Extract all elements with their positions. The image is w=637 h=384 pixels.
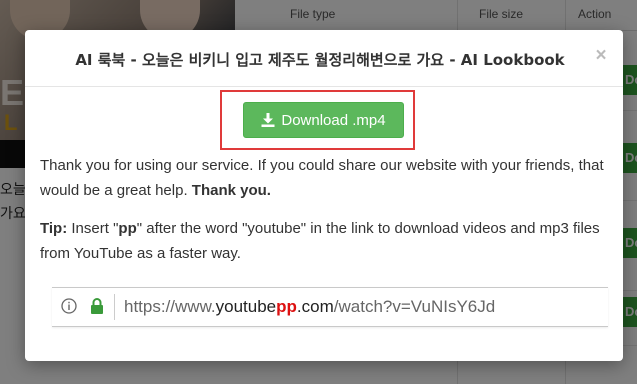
download-icon — [261, 113, 275, 127]
address-bar-divider — [114, 294, 115, 320]
url-domain: youtube — [215, 297, 277, 316]
tip-message: Tip: Insert "pp" after the word "youtube… — [40, 216, 608, 266]
tip-keyword: pp — [118, 220, 137, 237]
thanks-message: Thank you for using our service. If you … — [40, 153, 608, 203]
thanks-bold: Thank you. — [191, 182, 271, 199]
url-path: /watch?v=VuNIsY6Jd — [333, 297, 496, 316]
modal-header: AI 룩북 - 오늘은 비키니 입고 제주도 월정리해변으로 가요 - AI L… — [25, 30, 623, 87]
tip-text-before: Insert " — [71, 220, 119, 237]
url-insert: pp — [276, 297, 297, 316]
download-button-label: Download .mp4 — [281, 111, 386, 129]
close-button[interactable]: × — [593, 45, 609, 66]
thanks-text: Thank you for using our service. If you … — [40, 157, 604, 199]
example-address-bar: https://www.youtubepp.com/watch?v=VuNIsY… — [52, 287, 608, 327]
download-mp4-button[interactable]: Download .mp4 — [243, 102, 404, 138]
download-modal: AI 룩북 - 오늘은 비키니 입고 제주도 월정리해변으로 가요 - AI L… — [25, 30, 623, 361]
modal-title: AI 룩북 - 오늘은 비키니 입고 제주도 월정리해변으로 가요 - AI L… — [75, 51, 565, 69]
info-icon — [61, 298, 77, 314]
url-prefix: https://www. — [124, 297, 216, 316]
url-tld: .com — [296, 297, 334, 316]
lock-icon — [91, 298, 103, 314]
example-url: https://www.youtubepp.com/watch?v=VuNIsY… — [124, 296, 495, 318]
tip-label: Tip: — [40, 220, 68, 237]
